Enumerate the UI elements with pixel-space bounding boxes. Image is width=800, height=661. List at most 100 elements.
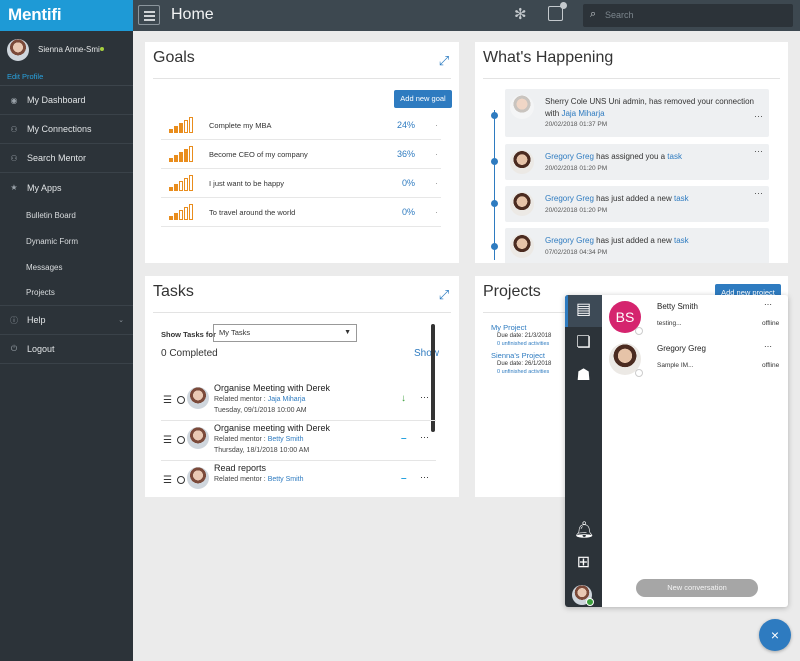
goal-progress-bars — [169, 146, 195, 162]
task-row[interactable]: ☰ Organise meeting with Derek Related me… — [161, 421, 436, 461]
activity-item[interactable]: Gregory Greg has just added a new task 2… — [505, 186, 769, 222]
chat-rail: ▤ ❏ ☗ 🔔︎ ⊞ — [565, 295, 602, 607]
user-link[interactable]: Gregory Greg — [545, 194, 594, 203]
drag-handle-icon[interactable]: ☰ — [163, 435, 172, 446]
sidebar-item-label: Logout — [27, 344, 55, 354]
bot-icon[interactable]: ☗ — [574, 366, 593, 385]
goal-row[interactable]: I just want to be happy 0% · — [161, 170, 441, 198]
sidebar-item-projects[interactable]: Projects — [0, 280, 133, 306]
notifications-icon[interactable] — [548, 2, 567, 21]
goal-name[interactable]: I just want to be happy — [209, 179, 284, 188]
sidebar-item-logout[interactable]: ⏻ Logout — [0, 335, 133, 364]
project-activities[interactable]: 0 unfinished activities — [497, 369, 549, 375]
avatar[interactable] — [572, 585, 594, 606]
more-options-icon[interactable]: ⋯ — [754, 146, 763, 157]
sidebar-item-help[interactable]: ⓘ Help ⌄ — [0, 306, 133, 335]
add-goal-button[interactable]: Add new goal — [394, 90, 452, 108]
more-options-icon[interactable]: ⋯ — [754, 188, 763, 199]
activity-item[interactable]: Gregory Greg has assigned you a task 20/… — [505, 144, 769, 180]
more-options-icon[interactable]: ⋯ — [420, 472, 429, 483]
task-row[interactable]: ☰ Read reports Related mentor : Betty Sm… — [161, 461, 436, 497]
project-name[interactable]: Sienna's Project — [491, 351, 545, 360]
more-options-icon[interactable]: ⋯ — [420, 392, 429, 403]
avatar — [510, 192, 534, 216]
mentor-link[interactable]: Betty Smith — [268, 436, 304, 443]
drag-handle-icon[interactable]: ☰ — [163, 395, 172, 406]
goal-percent: 36% — [396, 149, 415, 159]
mentor-link[interactable]: Betty Smith — [268, 476, 304, 483]
more-options-icon[interactable]: · — [435, 120, 438, 130]
dashboard-icon: ◉ — [10, 95, 18, 105]
project-name[interactable]: My Project — [491, 323, 526, 332]
task-link[interactable]: task — [667, 152, 682, 161]
more-options-icon[interactable]: ⋯ — [764, 342, 772, 351]
edit-profile-link[interactable]: Edit Profile — [7, 72, 43, 81]
avatar — [510, 150, 534, 174]
more-options-icon[interactable]: · — [435, 149, 438, 159]
goal-name[interactable]: To travel around the world — [209, 208, 295, 217]
goal-row[interactable]: Become CEO of my company 36% · — [161, 141, 441, 169]
user-link[interactable]: Gregory Greg — [545, 152, 594, 161]
goal-row[interactable]: To travel around the world 0% · — [161, 199, 441, 227]
sidebar-item-dashboard[interactable]: ◉ My Dashboard — [0, 86, 133, 115]
expand-icon[interactable]: ⤢ — [437, 54, 451, 68]
search-input[interactable] — [605, 7, 785, 23]
online-check-icon — [586, 598, 594, 606]
user-link[interactable]: Gregory Greg — [545, 236, 594, 245]
conversation-item[interactable]: Gregory Greg Sample IM... ⋯ offline — [607, 338, 785, 383]
conversation-item[interactable]: BS Betty Smith testing... ⋯ offline — [607, 296, 785, 341]
task-checkbox[interactable] — [177, 436, 185, 444]
search-icon[interactable]: ⌕ — [590, 8, 596, 21]
goal-progress-bars — [169, 175, 195, 191]
status-dot — [635, 327, 643, 335]
task-title[interactable]: Organise meeting with Derek — [214, 423, 330, 433]
sidebar-item-search-mentor[interactable]: ⚇ Search Mentor — [0, 144, 133, 173]
task-title[interactable]: Organise Meeting with Derek — [214, 383, 330, 393]
chevron-down-icon: ⌄ — [118, 317, 124, 324]
more-options-icon[interactable]: ⋯ — [754, 111, 763, 122]
sidebar-item-my-apps[interactable]: ★ My Apps — [0, 173, 133, 202]
sidebar-item-dynamic-form[interactable]: Dynamic Form — [0, 228, 133, 254]
user-link[interactable]: Jaja Miharja — [561, 109, 604, 118]
task-link[interactable]: task — [674, 236, 689, 245]
project-item[interactable]: Sienna's Project Due date: 26/1/2018 0 u… — [491, 351, 645, 375]
add-conversation-icon[interactable]: ⊞ — [574, 553, 593, 572]
project-item[interactable]: My Project Due date: 21/3/2018 0 unfinis… — [491, 323, 645, 347]
chat-icon[interactable]: ▤ — [574, 300, 593, 319]
sidebar-item-bulletin-board[interactable]: Bulletin Board — [0, 202, 133, 228]
task-row[interactable]: ☰ Organise Meeting with Derek Related me… — [161, 381, 436, 421]
more-options-icon[interactable]: · — [435, 178, 438, 188]
new-conversation-button[interactable]: New conversation — [636, 579, 758, 597]
menu-toggle-button[interactable] — [138, 5, 160, 25]
sidebar-item-messages[interactable]: Messages — [0, 254, 133, 280]
activity-item[interactable]: Gregory Greg has just added a new task 0… — [505, 228, 769, 263]
sidebar-item-connections[interactable]: ⚇ My Connections — [0, 115, 133, 144]
task-filter-select[interactable]: My Tasks ▼ — [213, 324, 357, 342]
more-options-icon[interactable]: ⋯ — [420, 432, 429, 443]
conversation-status: offline — [762, 320, 780, 327]
task-checkbox[interactable] — [177, 476, 185, 484]
more-options-icon[interactable]: · — [435, 207, 438, 217]
goal-percent: 24% — [396, 120, 415, 130]
activity-item[interactable]: Sherry Cole UNS Uni admin, has removed y… — [505, 89, 769, 137]
close-chat-button[interactable]: × — [759, 619, 791, 651]
goal-progress-bars — [169, 117, 195, 133]
avatar — [510, 95, 534, 119]
show-completed-link[interactable]: Show — [414, 348, 439, 359]
task-link[interactable]: task — [674, 194, 689, 203]
goal-row[interactable]: Complete my MBA 24% · — [161, 112, 441, 140]
conversations-icon[interactable]: ❏ — [574, 333, 593, 352]
project-activities[interactable]: 0 unfinished activities — [497, 341, 549, 347]
drag-handle-icon[interactable]: ☰ — [163, 475, 172, 486]
goal-name[interactable]: Become CEO of my company — [209, 150, 308, 159]
expand-icon[interactable]: ⤢ — [437, 288, 451, 302]
more-options-icon[interactable]: ⋯ — [764, 300, 772, 309]
task-checkbox[interactable] — [177, 396, 185, 404]
goal-name[interactable]: Complete my MBA — [209, 121, 272, 130]
avatar[interactable] — [7, 39, 29, 61]
task-title[interactable]: Read reports — [214, 463, 266, 473]
mentor-link[interactable]: Jaja Miharja — [268, 396, 306, 403]
bell-icon[interactable]: 🔔︎ — [574, 521, 594, 540]
brand-logo[interactable]: Mentifi — [0, 0, 133, 31]
loading-spinner-icon[interactable]: ✻ — [514, 7, 530, 23]
